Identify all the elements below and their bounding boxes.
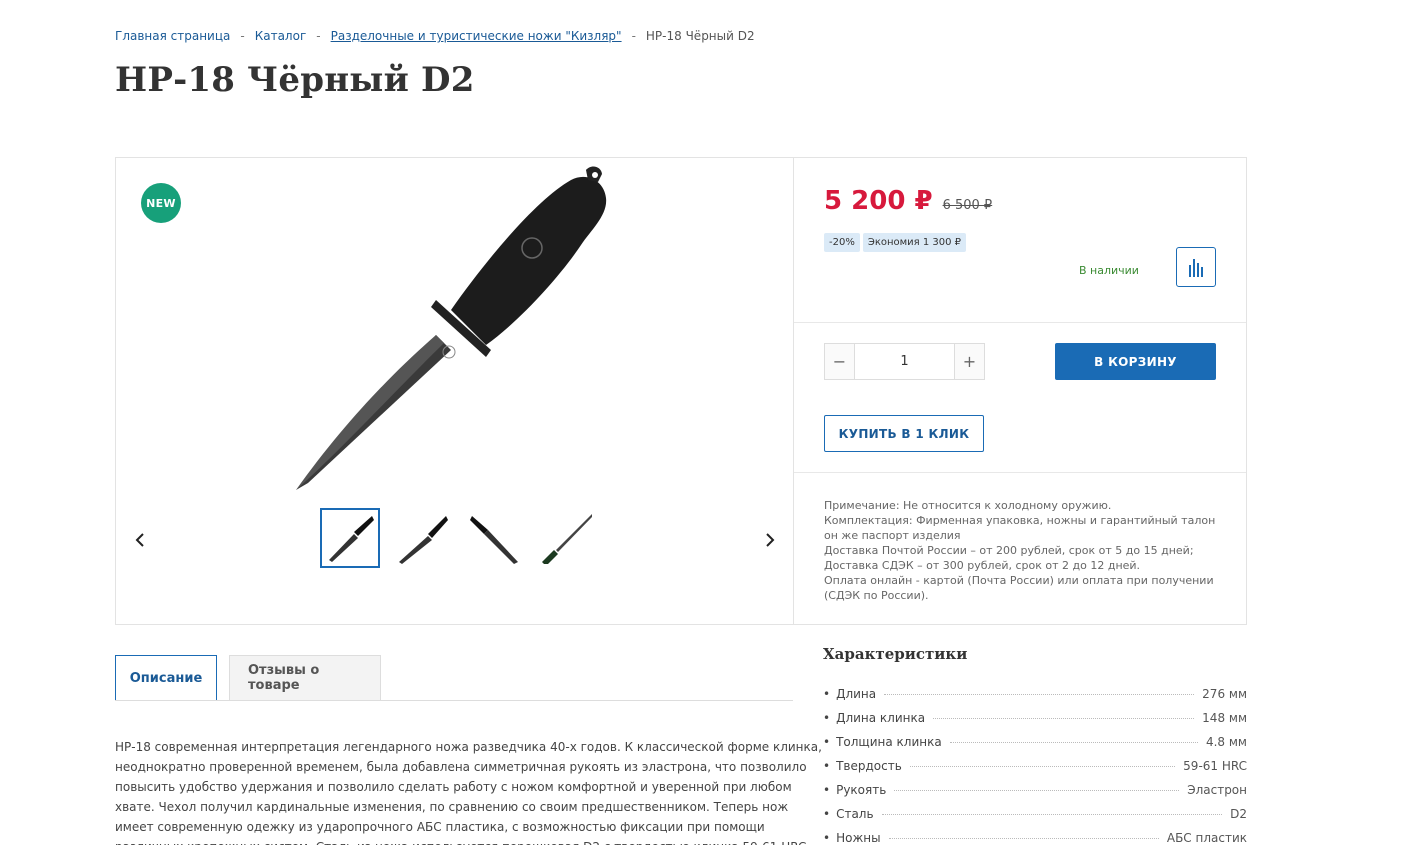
note-line: он же паспорт изделия xyxy=(824,529,961,542)
current-price: 5 200 ₽ xyxy=(824,186,933,216)
description-line: имеет современную одежку из ударопрочног… xyxy=(115,820,765,834)
quantity-stepper: − + xyxy=(824,343,985,380)
product-card: NEW 5 200 ₽ 6 500 ₽ -20% Экономия 1 300 … xyxy=(115,157,1247,625)
minus-icon[interactable]: − xyxy=(825,344,855,379)
product-gallery: NEW xyxy=(116,158,794,624)
note-line: Примечание: Не относится к холодному ору… xyxy=(824,499,1112,512)
knife-thumbnail-icon xyxy=(542,514,592,564)
add-to-cart-button[interactable]: В КОРЗИНУ xyxy=(1055,343,1216,380)
knife-thumbnail-icon xyxy=(399,516,448,564)
note-line: Оплата онлайн - картой (Почта России) ил… xyxy=(824,574,1214,587)
description-line: НР-18 современная интерпретация легендар… xyxy=(115,740,822,754)
breadcrumb-current: НР-18 Чёрный D2 xyxy=(645,29,755,43)
note-line: (СДЭК по России). xyxy=(824,589,929,602)
buy-panel: 5 200 ₽ 6 500 ₽ -20% Экономия 1 300 ₽ В … xyxy=(794,158,1246,624)
spec-value: 276 мм xyxy=(1202,687,1247,701)
description-line: хвате. Чехол получил кардинальные измене… xyxy=(115,800,789,814)
note-line: Комплектация: Фирменная упаковка, ножны … xyxy=(824,514,1216,527)
knife-thumbnail-icon xyxy=(470,516,518,564)
compare-button[interactable] xyxy=(1176,247,1216,287)
price-tags: -20% Экономия 1 300 ₽ xyxy=(824,233,967,252)
note-line: Доставка СДЭК – от 300 рублей, срок от 2… xyxy=(824,559,1141,572)
breadcrumb-separator: - xyxy=(631,29,636,43)
description-line: неоднократно проверенной временем, была … xyxy=(115,760,807,774)
product-tabs: Описание Отзывы о товаре xyxy=(115,655,381,701)
spec-value: D2 xyxy=(1230,807,1247,821)
breadcrumb-separator: - xyxy=(240,29,245,43)
stock-status: В наличии xyxy=(1079,264,1139,277)
knife-thumbnail-icon xyxy=(329,516,374,562)
spec-row: • Сталь D2 xyxy=(823,807,1247,821)
thumbnail[interactable] xyxy=(536,508,596,568)
spec-row: • Толщина клинка 4.8 мм xyxy=(823,735,1247,749)
gallery-thumbnails xyxy=(320,508,596,568)
spec-name: Длина xyxy=(836,687,877,701)
spec-name: Рукоять xyxy=(836,783,887,797)
price-row: 5 200 ₽ 6 500 ₽ xyxy=(824,186,992,216)
spec-value: АБС пластик xyxy=(1166,831,1247,845)
bar-chart-icon xyxy=(1189,259,1203,277)
breadcrumb: Главная страница - Каталог - Разделочные… xyxy=(115,29,755,43)
specifications: Характеристики • Длина 276 мм • Длина клинк… xyxy=(823,645,1247,845)
note-line: Доставка Почтой России – от 200 рублей, … xyxy=(824,544,1194,557)
new-badge: NEW xyxy=(141,183,181,223)
breadcrumb-catalog-link[interactable]: Каталог xyxy=(255,29,307,43)
specs-title: Характеристики xyxy=(823,645,968,663)
spec-name: Ножны xyxy=(836,831,881,845)
chevron-right-icon xyxy=(766,533,775,547)
spec-row: • Длина клинка 148 мм xyxy=(823,711,1247,725)
spec-value: 59-61 HRC xyxy=(1183,759,1247,773)
breadcrumb-home-link[interactable]: Главная страница xyxy=(115,29,230,43)
spec-name: Толщина клинка xyxy=(836,735,942,749)
plus-icon[interactable]: + xyxy=(954,344,984,379)
spec-value: Эластрон xyxy=(1187,783,1247,797)
thumbnail[interactable] xyxy=(464,508,524,568)
spec-value: 148 мм xyxy=(1202,711,1247,725)
spec-row: • Ножны АБС пластик xyxy=(823,831,1247,845)
buy-one-click-button[interactable]: КУПИТЬ В 1 КЛИК xyxy=(824,415,984,452)
gallery-prev-arrow[interactable] xyxy=(130,528,150,552)
tabs-divider xyxy=(115,700,793,701)
product-main-image[interactable] xyxy=(286,160,626,495)
description-line: повысить удобство удержания и позволило … xyxy=(115,780,792,794)
discount-tag: -20% xyxy=(824,233,860,252)
thumbnail[interactable] xyxy=(392,508,452,568)
breadcrumb-separator: - xyxy=(316,29,321,43)
divider xyxy=(794,322,1246,323)
description-line: различных крепежных систем. Сталь из нож… xyxy=(115,837,806,845)
product-notes: Примечание: Не относится к холодному ору… xyxy=(824,498,1224,603)
spec-value: 4.8 мм xyxy=(1205,735,1247,749)
page-title: НР-18 Чёрный D2 xyxy=(115,60,475,100)
spec-name: Твердость xyxy=(836,759,902,773)
tab-reviews[interactable]: Отзывы о товаре xyxy=(229,655,381,701)
spec-row: • Твердость 59-61 HRC xyxy=(823,759,1247,773)
quantity-input[interactable] xyxy=(855,344,954,379)
breadcrumb-category-link[interactable]: Разделочные и туристические ножи "Кизляр… xyxy=(331,29,622,43)
product-description: НР-18 современная интерпретация легендар… xyxy=(115,737,822,845)
chevron-left-icon xyxy=(135,533,144,547)
savings-tag: Экономия 1 300 ₽ xyxy=(862,233,967,252)
thumbnail[interactable] xyxy=(320,508,380,568)
gallery-next-arrow[interactable] xyxy=(760,528,780,552)
old-price: 6 500 ₽ xyxy=(942,198,993,213)
spec-row: • Рукоять Эластрон xyxy=(823,783,1247,797)
spec-row: • Длина 276 мм xyxy=(823,687,1247,701)
tab-description[interactable]: Описание xyxy=(115,655,217,701)
divider xyxy=(794,472,1246,473)
spec-name: Длина клинка xyxy=(836,711,926,725)
spec-name: Сталь xyxy=(836,807,874,821)
